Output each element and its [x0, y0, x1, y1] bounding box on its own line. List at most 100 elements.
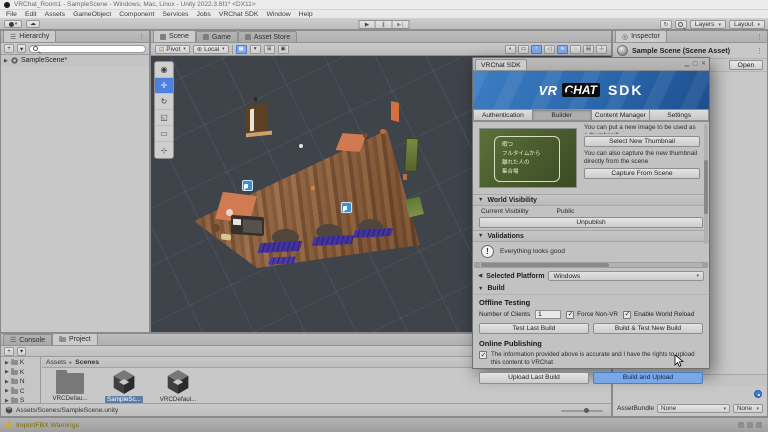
slider-knob[interactable] [584, 408, 590, 413]
maximize-icon[interactable]: ▢ [692, 60, 698, 67]
menu-assets[interactable]: Assets [45, 11, 65, 18]
panel-menu-icon[interactable]: ⋮ [138, 33, 146, 41]
camera-settings-dropdown[interactable]: ▤ [583, 44, 594, 54]
menu-window[interactable]: Window [266, 11, 290, 18]
layers-dropdown[interactable]: Layers ▾ [689, 20, 726, 29]
account-dropdown[interactable]: ▾ [4, 20, 22, 28]
play-button[interactable]: ▶ [358, 20, 376, 29]
label-tag-icon[interactable] [754, 390, 762, 398]
enable-world-reload-checkbox[interactable]: Enable World Reload [623, 310, 694, 319]
step-button[interactable]: ▶∣ [392, 20, 410, 29]
test-last-build-button[interactable]: Test Last Build [479, 323, 589, 334]
tab-asset-store[interactable]: Asset Store [237, 31, 298, 42]
assetbundle-dropdown[interactable]: None ▾ [657, 404, 730, 413]
menu-jobs[interactable]: Jobs [196, 11, 210, 18]
tab-console[interactable]: ☰ Console [3, 334, 52, 345]
breadcrumb-assets[interactable]: Assets [46, 359, 66, 366]
layout-dropdown[interactable]: Layout ▾ [728, 20, 765, 29]
hierarchy-add-caret[interactable]: ▾ [17, 44, 27, 53]
validations-header[interactable]: ▼ Validations [473, 230, 709, 242]
hierarchy-search-input[interactable] [40, 45, 142, 52]
status-bar[interactable]: ⚠ ImportFBX Warnings [0, 417, 768, 432]
panel-menu-icon[interactable]: ⋮ [756, 33, 764, 41]
menu-edit[interactable]: Edit [25, 11, 37, 18]
tab-inspector[interactable]: ◎ Inspector [615, 30, 667, 42]
rect-tool-button[interactable]: ▭ [155, 126, 173, 142]
platform-dropdown[interactable]: Windows ▾ [548, 271, 704, 281]
scroll-right-icon[interactable] [702, 263, 707, 267]
transform-tool-button[interactable]: ⊹ [155, 142, 173, 158]
build-and-upload-button[interactable]: Build and Upload [593, 371, 703, 384]
search-button[interactable] [674, 20, 687, 29]
history-button[interactable]: ↻ [659, 20, 672, 29]
tab-project[interactable]: Project [51, 333, 98, 345]
audio-source-gizmo-1[interactable] [242, 180, 253, 191]
sdk-titlebar[interactable]: VRChat SDK ▁ ▢ ✕ [473, 58, 709, 71]
effects-dropdown[interactable]: ≋ [557, 44, 568, 54]
open-button[interactable]: Open [729, 60, 763, 70]
snap-settings-dropdown[interactable]: ▣ [277, 44, 289, 54]
shading-mode-dropdown[interactable]: ◐ [505, 44, 516, 54]
menu-gameobject[interactable]: GameObject [73, 11, 111, 18]
sdk-tab-content-manager[interactable]: Content Manager [591, 109, 651, 121]
icon-size-slider[interactable] [561, 408, 603, 413]
world-visibility-header[interactable]: ▼ World Visibility [473, 194, 709, 206]
sdk-vertical-scrollbar[interactable] [704, 124, 708, 244]
pause-button[interactable]: ∥ [375, 20, 393, 29]
minimize-icon[interactable]: ▁ [685, 60, 690, 67]
tree-item[interactable]: ▶ N [1, 377, 40, 387]
tree-item[interactable]: ▶ K [1, 358, 40, 368]
menu-vrchat-sdk[interactable]: VRChat SDK [219, 11, 259, 18]
build-foldout[interactable]: ▼ Build [473, 283, 709, 295]
audio-source-gizmo-2[interactable] [341, 202, 352, 213]
unpublish-button[interactable]: Unpublish [479, 217, 703, 228]
hierarchy-item-samplescene[interactable]: ▶ SampleScene* [1, 55, 149, 66]
assetbundle-variant-dropdown[interactable]: None ▾ [733, 404, 763, 413]
scroll-left-icon[interactable] [475, 263, 480, 267]
sdk-window-tab[interactable]: VRChat SDK [475, 59, 527, 70]
snap-button[interactable]: ⊞ [263, 44, 275, 54]
sdk-tab-authentication[interactable]: Authentication [473, 109, 533, 121]
grid-settings-dropdown[interactable]: ▾ [249, 44, 261, 54]
pivot-dropdown[interactable]: ⊡ Pivot ▾ [155, 44, 190, 54]
tree-item[interactable]: ▶ C [1, 387, 40, 397]
hierarchy-search[interactable] [29, 44, 146, 53]
expand-arrow-icon[interactable]: ▶ [4, 58, 8, 64]
rotate-tool-button[interactable]: ↻ [155, 94, 173, 110]
tab-hierarchy[interactable]: ☰ Hierarchy [3, 30, 57, 42]
audio-toggle-button[interactable]: ◁ [544, 44, 555, 54]
menu-services[interactable]: Services [162, 11, 188, 18]
tree-item[interactable]: ▶ S [1, 396, 40, 403]
number-of-clients-input[interactable] [535, 310, 562, 319]
menu-component[interactable]: Component [119, 11, 154, 18]
sdk-tab-builder[interactable]: Builder [532, 109, 592, 121]
inspector-options-icon[interactable]: ⋮ [756, 47, 763, 55]
local-dropdown[interactable]: ⊕ Local ▾ [192, 44, 229, 54]
menu-file[interactable]: File [6, 11, 17, 18]
grid-visibility-button[interactable]: ▦ [235, 44, 247, 54]
project-item-scene[interactable]: VRCDefaul... [156, 369, 200, 403]
menu-help[interactable]: Help [299, 11, 313, 18]
project-item-scene-selected[interactable]: SampleSc... [102, 369, 146, 403]
tab-game[interactable]: Game [195, 31, 238, 42]
move-tool-button[interactable]: ✛ [155, 78, 173, 94]
project-add-caret[interactable]: ▾ [17, 346, 27, 356]
hidden-objects-button[interactable]: ◌ [570, 44, 581, 54]
project-add-button[interactable]: + [4, 346, 14, 356]
2d-toggle-button[interactable]: ▭ [518, 44, 529, 54]
gizmos-dropdown[interactable]: ⊹ [596, 44, 607, 54]
agreement-checkbox[interactable] [479, 351, 487, 359]
project-item-folder[interactable]: VRCDefau... [48, 369, 92, 403]
build-and-test-button[interactable]: Build & Test New Build [593, 323, 703, 334]
force-nonvr-checkbox[interactable]: Force Non-VR [566, 310, 618, 319]
tree-item[interactable]: ▶ K [1, 368, 40, 378]
capture-from-scene-button[interactable]: Capture From Scene [584, 168, 700, 179]
cloud-button[interactable]: ☁ [26, 20, 40, 28]
view-tool-button[interactable]: ◉ [155, 62, 173, 78]
upload-last-build-button[interactable]: Upload Last Build [479, 371, 589, 384]
select-new-thumbnail-button[interactable]: Select New Thumbnail [584, 136, 700, 147]
close-icon[interactable]: ✕ [701, 60, 706, 67]
scale-tool-button[interactable]: ◱ [155, 110, 173, 126]
sdk-tab-settings[interactable]: Settings [650, 109, 709, 121]
sdk-horizontal-scrollbar[interactable] [474, 262, 708, 268]
